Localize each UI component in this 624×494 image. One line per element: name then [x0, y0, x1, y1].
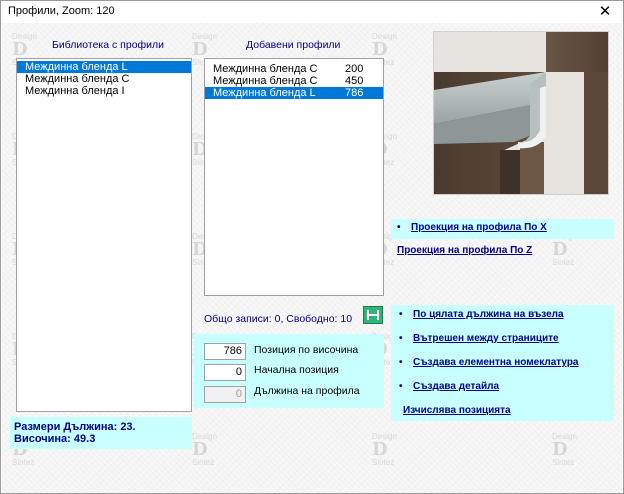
create-part-option[interactable]: • Създава детайла [399, 381, 499, 392]
library-heading: Библиотека с профили [52, 39, 165, 51]
calc-position-link[interactable]: Изчислява позицията [403, 405, 511, 416]
list-item-value: 786 [345, 87, 364, 99]
watermark-logo: DesignDSintez [372, 432, 397, 467]
list-item-label: Междинна бленда L [25, 61, 128, 73]
record-status-text: Общо записи: 0, Свободно: 10 [204, 313, 353, 325]
list-item-label: Междинна бленда C [25, 73, 130, 85]
list-item-label: Междинна бленда C [213, 75, 318, 87]
start-position-label: Начална позиция [254, 364, 339, 376]
profile-preview-image [433, 31, 609, 195]
list-item-value: 200 [345, 63, 364, 75]
nomenclature-label: Създава елементна номеклатура [413, 357, 579, 368]
projection-x-link[interactable]: • Проекция на профила По X [397, 222, 547, 233]
watermark-logo: DesignDSintez [552, 432, 577, 467]
profile-length-label: Дължина на профила [254, 385, 360, 397]
added-heading: Добавени профили [246, 39, 341, 51]
full-length-label: По цялата дължина на възела [413, 309, 564, 320]
height-position-field[interactable]: 786 [204, 343, 246, 360]
nomenclature-option[interactable]: • Създава елементна номеклатура [399, 357, 579, 368]
list-item[interactable]: Междинна бленда L 786 [205, 87, 383, 99]
projection-x-label: Проекция на профила По X [411, 222, 547, 233]
list-item-value: 450 [345, 75, 364, 87]
profile-length-field: 0 [204, 386, 246, 403]
list-item[interactable]: Междинна бленда I [17, 85, 191, 97]
watermark-logo: DesignDSintez [192, 432, 217, 467]
projection-z-panel: Проекция на профила По Z [391, 241, 614, 265]
projection-x-panel: • Проекция на профила По X [391, 219, 614, 239]
inner-label: Вътрешен между страниците [413, 333, 559, 344]
window-title: Профили, Zoom: 120 [8, 5, 115, 17]
create-part-label: Създава детайла [413, 381, 500, 392]
library-listbox[interactable]: Междинна бленда L Междинна бленда C Межд… [16, 58, 192, 412]
dimension-length: Размери Дължина: 23. [14, 421, 136, 433]
client-area: DesignDSintezDesignDSintezDesignDSintezD… [2, 23, 622, 493]
bullet-icon: • [397, 222, 401, 233]
bullet-icon: • [399, 309, 403, 320]
list-item[interactable]: Междинна бленда C [17, 73, 191, 85]
bullet-icon: • [399, 381, 403, 392]
projection-z-link[interactable]: Проекция на профила По Z [397, 245, 532, 256]
dimensions-text: Размери Дължина: 23. Височина: 49.3 [14, 421, 136, 445]
title-bar: Профили, Zoom: 120 ✕ [1, 1, 623, 23]
ruler-icon[interactable] [363, 306, 383, 324]
profile-render-graphic [434, 32, 608, 194]
inner-option[interactable]: • Вътрешен между страниците [399, 333, 559, 344]
list-item[interactable]: Междинна бленда C 450 [205, 75, 383, 87]
list-item[interactable]: Междинна бленда C 200 [205, 63, 383, 75]
bullet-icon: • [399, 333, 403, 344]
dimension-height: Височина: 49.3 [14, 433, 96, 445]
list-item-label: Междинна бленда I [25, 85, 125, 97]
list-item-label: Междинна бленда L [213, 87, 316, 99]
close-icon[interactable]: ✕ [587, 1, 623, 23]
height-position-label: Позиция по височина [254, 344, 359, 356]
bullet-icon: • [399, 357, 403, 368]
start-position-field[interactable]: 0 [204, 364, 246, 381]
options-panel: • По цялата дължина на възела • Вътрешен м… [391, 305, 614, 421]
list-item-label: Междинна бленда C [213, 63, 318, 75]
added-listbox[interactable]: Междинна бленда C 200 Междинна бленда C 45… [204, 58, 384, 296]
profiles-window: Профили, Zoom: 120 ✕ DesignDSintez Design… [0, 0, 624, 494]
full-length-option[interactable]: • По цялата дължина на възела [399, 309, 564, 320]
list-item[interactable]: Междинна бленда L [17, 61, 191, 73]
